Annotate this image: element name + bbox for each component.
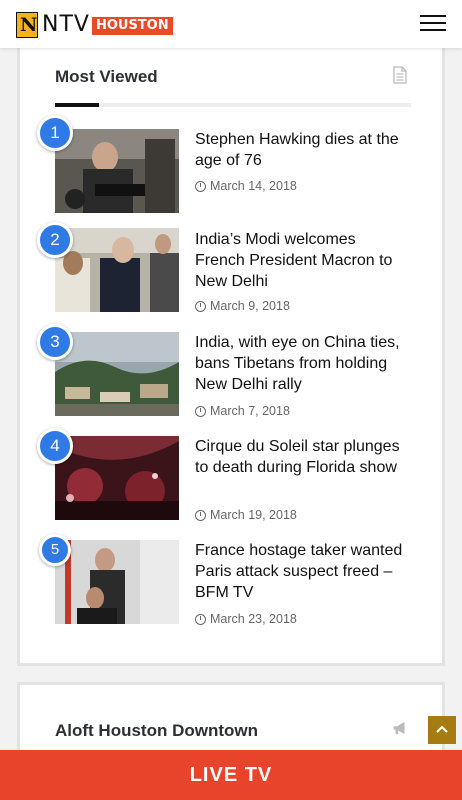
hamburger-icon[interactable] xyxy=(420,15,446,33)
post-title[interactable]: India, with eye on China ties, bans Tibe… xyxy=(195,332,405,395)
logo-wordmark: NTV xyxy=(42,12,90,37)
post-thumbnail[interactable] xyxy=(55,129,179,213)
top-bar: N NTV HOUSTON xyxy=(0,0,462,48)
list-item[interactable]: 5 France hostage taker wanted Paris atta… xyxy=(39,534,415,630)
post-thumbnail[interactable] xyxy=(55,540,179,624)
post-title[interactable]: France hostage taker wanted Paris attack… xyxy=(195,540,405,603)
clock-icon xyxy=(195,180,206,192)
post-date-text: March 19, 2018 xyxy=(210,508,297,522)
rank-badge: 1 xyxy=(37,115,73,151)
post-date: March 14, 2018 xyxy=(195,179,297,193)
document-icon xyxy=(393,66,407,84)
post-thumbnail[interactable] xyxy=(55,332,179,416)
rank-badge: 4 xyxy=(37,428,73,464)
clock-icon xyxy=(195,509,206,521)
widget-title: Most Viewed xyxy=(55,67,158,86)
title-underline xyxy=(55,103,411,107)
most-viewed-widget: Most Viewed 1 Stephen Hawking dies at th… xyxy=(17,30,445,666)
post-date: March 9, 2018 xyxy=(195,299,290,313)
post-thumbnail[interactable] xyxy=(55,228,179,312)
megaphone-icon xyxy=(393,721,405,735)
clock-icon xyxy=(195,613,206,625)
post-date-text: March 9, 2018 xyxy=(210,299,290,313)
post-date: March 7, 2018 xyxy=(195,404,290,418)
logo-letter: N xyxy=(20,14,38,36)
post-date: March 23, 2018 xyxy=(195,612,297,626)
clock-icon xyxy=(195,300,206,312)
live-tv-button[interactable]: LIVE TV xyxy=(0,750,462,800)
post-date-text: March 23, 2018 xyxy=(210,612,297,626)
post-title[interactable]: Cirque du Soleil star plunges to death d… xyxy=(195,436,405,478)
list-item[interactable]: 3 India, with eye on China ties, bans Ti… xyxy=(37,324,415,422)
post-title[interactable]: India’s Modi welcomes French President M… xyxy=(195,229,405,292)
chevron-up-icon xyxy=(436,725,448,733)
list-item[interactable]: 2 India’s Modi welcomes French President… xyxy=(37,222,415,318)
logo-mark: N xyxy=(16,12,38,38)
rank-badge: 3 xyxy=(37,324,73,360)
logo-city-tag: HOUSTON xyxy=(91,17,173,35)
post-thumbnail[interactable] xyxy=(55,436,179,520)
rank-badge: 2 xyxy=(37,222,73,258)
scroll-to-top-button[interactable] xyxy=(428,716,456,744)
rank-badge: 5 xyxy=(39,534,71,566)
list-item[interactable]: 4 Cirque du Soleil star plunges to death… xyxy=(37,428,415,526)
post-date-text: March 14, 2018 xyxy=(210,179,297,193)
site-logo[interactable]: N NTV HOUSTON xyxy=(16,12,173,38)
list-item[interactable]: 1 Stephen Hawking dies at the age of 76 … xyxy=(37,115,415,219)
post-date-text: March 7, 2018 xyxy=(210,404,290,418)
post-date: March 19, 2018 xyxy=(195,508,297,522)
clock-icon xyxy=(195,405,206,417)
post-title[interactable]: Stephen Hawking dies at the age of 76 xyxy=(195,129,405,171)
widget-title: Aloft Houston Downtown xyxy=(55,721,259,740)
